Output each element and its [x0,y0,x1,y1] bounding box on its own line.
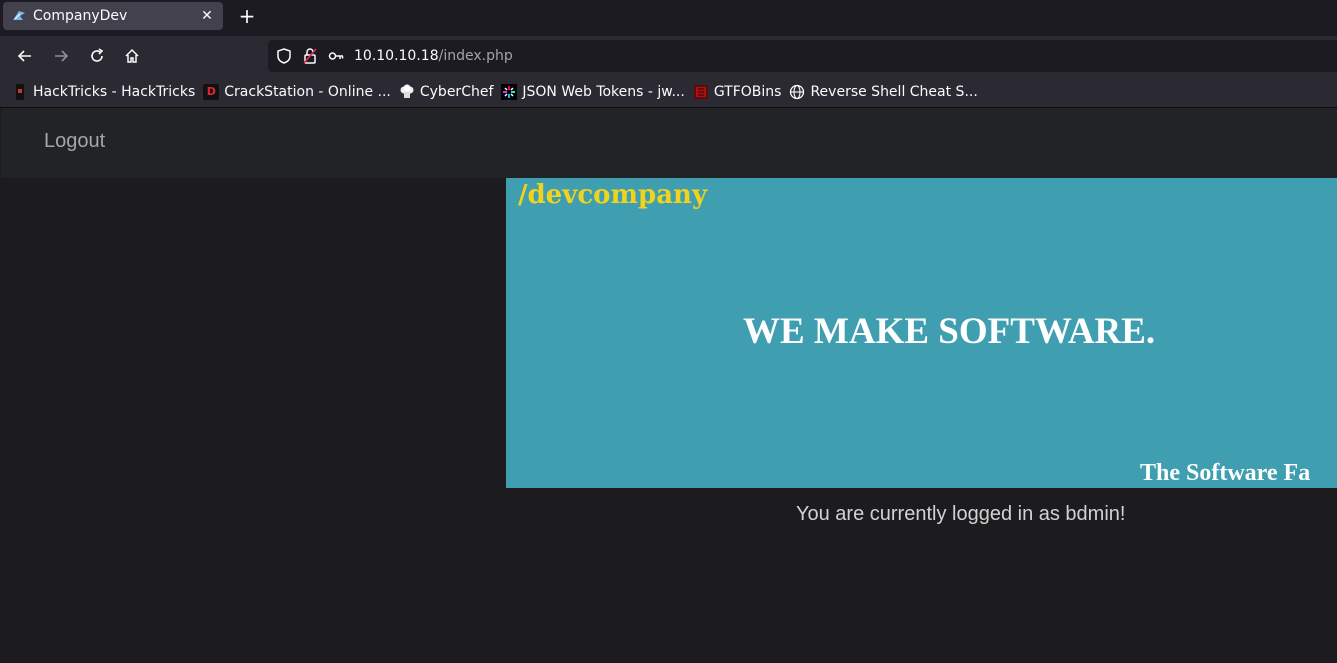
page-content: Logout /devcompany WE MAKE SOFTWARE. The… [0,108,1337,663]
bookmark-cyberchef[interactable]: CyberChef [399,80,494,104]
close-tab-icon[interactable]: ✕ [199,8,215,24]
arrow-left-icon [17,50,31,62]
globe-icon [789,84,805,100]
banner-headline: WE MAKE SOFTWARE. [743,311,1156,352]
url-path: /index.php [438,48,513,64]
url-host: 10.10.10.18 [354,48,439,64]
tab-title: CompanyDev [33,8,128,24]
arrow-right-icon [55,50,69,62]
forward-button[interactable] [47,42,75,70]
new-tab-button[interactable]: + [235,4,259,28]
home-button[interactable] [118,42,146,70]
shield-icon[interactable] [276,48,292,64]
tab-companydev[interactable]: CompanyDev ✕ [3,2,223,30]
reload-button[interactable] [83,42,111,70]
login-status-text: You are currently logged in as bdmin! [796,503,1126,525]
bookmark-label: JSON Web Tokens - jw... [522,83,685,100]
site-navbar: Logout [1,108,1337,178]
bookmark-label: CyberChef [419,83,494,100]
navigation-toolbar: 10.10.10.18/index.php [0,36,1337,76]
bookmark-label: Reverse Shell Cheat S... [810,83,978,100]
bookmark-hacktricks[interactable]: HackTricks - HackTricks [12,80,195,104]
hero-banner: /devcompany WE MAKE SOFTWARE. The Softwa… [506,178,1337,488]
tab-strip: CompanyDev ✕ + [0,0,1337,36]
reload-icon [91,48,104,62]
bookmark-crackstation[interactable]: D CrackStation - Online ... [203,80,391,104]
url-text[interactable]: 10.10.10.18/index.php [354,48,513,64]
bookmark-label: HackTricks - HackTricks [33,83,196,100]
bookmark-gtfobins[interactable]: GTFOBins [693,80,782,104]
home-icon [125,48,139,63]
logout-link[interactable]: Logout [44,130,105,153]
gtfobins-icon [693,84,709,100]
cyberchef-icon [399,84,415,100]
address-bar[interactable]: 10.10.10.18/index.php [268,40,1337,72]
bookmark-label: GTFOBins [713,83,782,100]
bookmark-label: CrackStation - Online ... [224,83,391,100]
crackstation-icon: D [203,83,220,100]
hacktricks-icon [12,83,28,100]
banner-tagline: The Software Fa [1140,460,1311,486]
insecure-lock-icon[interactable] [302,48,318,64]
bookmarks-toolbar: HackTricks - HackTricks D CrackStation -… [0,76,1337,108]
jwt-icon [501,83,518,100]
back-button[interactable] [11,42,39,70]
bookmark-jwt[interactable]: JSON Web Tokens - jw... [501,80,685,104]
bookmark-reverse-shell[interactable]: Reverse Shell Cheat S... [789,80,978,104]
banner-brand: /devcompany [518,180,708,210]
custom-favicon-icon [11,8,27,24]
key-icon[interactable] [328,48,344,64]
